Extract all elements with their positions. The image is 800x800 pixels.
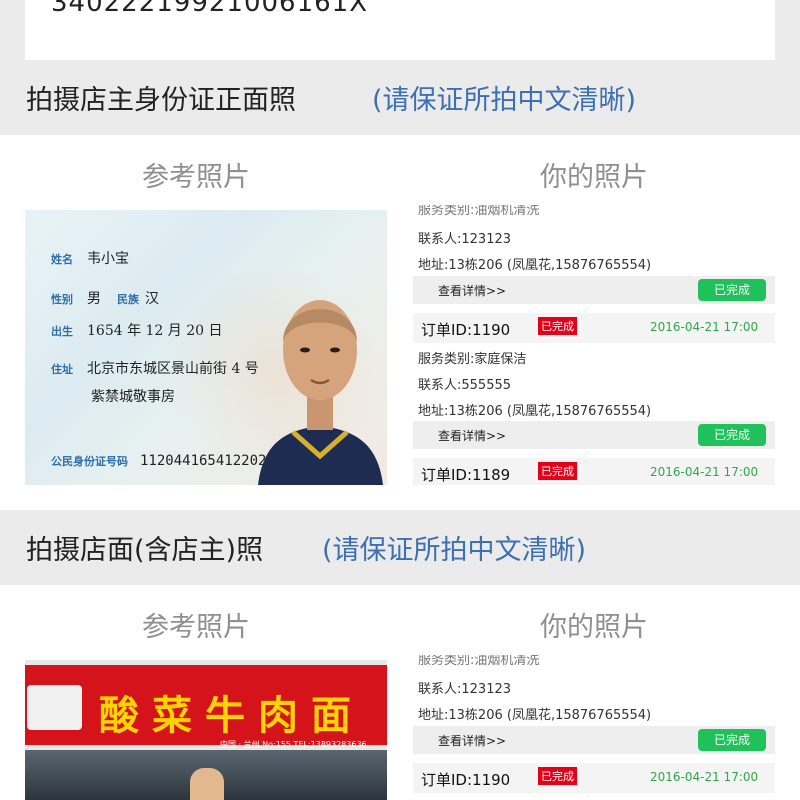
order-id: 订单ID:1189 (421, 466, 511, 484)
id-sex-value: 男 (87, 291, 101, 307)
completed-badge: 已完成 (538, 767, 577, 785)
section-title: 拍摄店主身份证正面照 (26, 85, 296, 116)
storefront-sign: 酸菜牛肉面 中国 · 兰州 No:155 TEL:13893283636 (25, 665, 387, 749)
id-number-value: 34022219921006161X (51, 0, 369, 18)
view-details-link[interactable]: 查看详情>> (438, 732, 506, 749)
order-row: 订单ID:1190 已完成 2016-04-21 17:00 (413, 313, 775, 343)
completed-status-button[interactable]: 已完成 (698, 729, 766, 751)
reference-photo-label: 参考照片 (142, 612, 250, 643)
reference-storefront-image: 酸菜牛肉面 中国 · 兰州 No:155 TEL:13893283636 (25, 660, 387, 800)
address-text: 地址:13栋206 (凤凰花,15876765554) (418, 404, 652, 419)
your-photo-label: 你的照片 (540, 612, 648, 643)
upload-page: 34022219921006161X 拍摄店主身份证正面照 (请保证所拍中文清晰… (0, 0, 800, 800)
storefront-sign-subtext: 中国 · 兰州 No:155 TEL:13893283636 (220, 740, 367, 749)
address-text: 地址:13栋206 (凤凰花,15876765554) (418, 708, 652, 723)
shop-logo (27, 685, 82, 730)
order-id: 订单ID:1190 (421, 321, 511, 339)
address-text: 地址:13栋206 (凤凰花,15876765554) (418, 258, 652, 273)
shop-owner-figure (190, 768, 224, 800)
id-photo-card: 参考照片 你的照片 姓名 韦小宝 性别 男 民族汉 出生 1654 年 12 月 20 … (0, 135, 800, 510)
view-details-link[interactable]: 查看详情>> (438, 282, 506, 299)
id-address-key: 住址 (51, 363, 73, 376)
storefront-photo-card: 参考照片 你的照片 酸菜牛肉面 中国 · 兰州 No:155 TEL:13893… (0, 585, 800, 800)
reference-photo-label: 参考照片 (142, 162, 250, 193)
completed-badge: 已完成 (538, 317, 577, 335)
id-portrait-image (258, 300, 383, 485)
id-name-value: 韦小宝 (87, 251, 129, 267)
your-photo-label: 你的照片 (540, 162, 648, 193)
view-details-link[interactable]: 查看详情>> (438, 427, 506, 444)
section-hint: (请保证所拍中文清晰) (372, 85, 637, 116)
order-action-bar: 查看详情>> 已完成 (413, 421, 775, 449)
id-birth-value: 1654 年 12 月 20 日 (87, 323, 223, 339)
storefront-section-header: 拍摄店面(含店主)照 (请保证所拍中文清晰) (0, 510, 800, 585)
order-row: 订单ID:1190 已完成 2016-04-21 17:00 (413, 763, 775, 793)
contact-text: 联系人:555555 (418, 378, 512, 393)
order-action-bar: 查看详情>> 已完成 (413, 726, 775, 754)
service-type-text: 服务类别:油烟机清洗 (418, 205, 540, 218)
your-storefront-photo-image[interactable]: 服务类别:油烟机清洗 联系人:123123 地址:13栋206 (凤凰花,158… (413, 655, 775, 800)
contact-text: 联系人:123123 (418, 232, 512, 247)
reference-id-card-image: 姓名 韦小宝 性别 男 民族汉 出生 1654 年 12 月 20 日 住址 北京市东城区… (25, 210, 387, 485)
your-id-photo-image[interactable]: 服务类别:油烟机清洗 联系人:123123 地址:13栋206 (凤凰花,158… (413, 205, 775, 485)
id-photo-section-header: 拍摄店主身份证正面照 (请保证所拍中文清晰) (0, 60, 800, 135)
id-number-field[interactable]: 34022219921006161X (25, 0, 775, 60)
id-address-line2: 紫禁城敬事房 (91, 389, 175, 405)
id-sex-key: 性别 (51, 293, 73, 306)
order-date: 2016-04-21 17:00 (650, 320, 759, 334)
order-action-bar: 查看详情>> 已完成 (413, 276, 775, 304)
completed-status-button[interactable]: 已完成 (698, 424, 766, 446)
contact-text: 联系人:123123 (418, 682, 512, 697)
service-type-text: 服务类别:家庭保洁 (418, 352, 527, 367)
storefront-sign-text: 酸菜牛肉面 (99, 692, 364, 739)
order-row: 订单ID:1189 已完成 2016-04-21 17:00 (413, 458, 775, 485)
service-type-text: 服务类别:油烟机清洗 (418, 655, 540, 668)
id-ethnic-value: 汉 (145, 291, 159, 307)
section-hint: (请保证所拍中文清晰) (322, 535, 587, 566)
id-ethnic-key: 民族 (117, 293, 139, 306)
id-name-key: 姓名 (51, 253, 73, 266)
id-number-key: 公民身份证号码 (51, 455, 128, 468)
order-date: 2016-04-21 17:00 (650, 770, 759, 784)
completed-status-button[interactable]: 已完成 (698, 279, 766, 301)
id-address-line1: 北京市东城区景山前街 4 号 (87, 361, 259, 377)
id-birth-key: 出生 (51, 325, 73, 338)
order-date: 2016-04-21 17:00 (650, 465, 759, 479)
order-id: 订单ID:1190 (421, 771, 511, 789)
section-title: 拍摄店面(含店主)照 (26, 535, 264, 566)
completed-badge: 已完成 (538, 462, 577, 480)
